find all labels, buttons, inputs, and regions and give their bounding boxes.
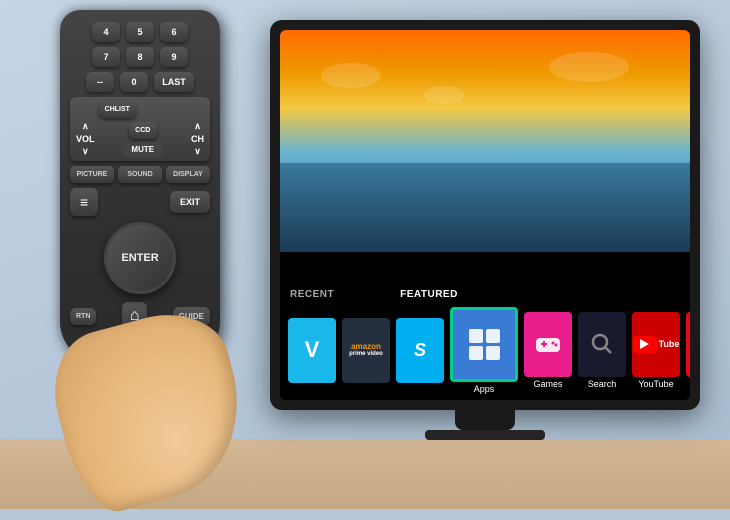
search-icon: [578, 312, 626, 377]
apps-sq-2: [486, 329, 500, 343]
ch-up-icon[interactable]: ∧: [194, 121, 201, 132]
btn-9[interactable]: 9: [160, 47, 188, 67]
btn-picture[interactable]: PICTURE: [70, 166, 114, 183]
tv-stand: [455, 410, 515, 430]
tv-body: RECENT FEATURED V ama: [270, 20, 700, 410]
button-row-789: 7 8 9: [70, 47, 210, 67]
skype-icon: S: [396, 318, 444, 383]
yt-text: Tube: [659, 339, 680, 349]
amazon-icon: amazonprime video: [342, 318, 390, 383]
tv-smart-bar: RECENT FEATURED V ama: [280, 285, 690, 400]
tv-base: [425, 430, 545, 440]
tv-screen: RECENT FEATURED V ama: [280, 30, 690, 400]
games-label: Games: [533, 379, 562, 389]
ch-label: CH: [191, 134, 204, 144]
games-svg-icon: [534, 334, 562, 354]
menu-exit-row: ≡ EXIT: [70, 188, 210, 216]
smart-bar-labels: RECENT FEATURED: [280, 285, 690, 300]
youtube-logo: Tube: [633, 336, 680, 353]
youtube-label: YouTube: [638, 379, 673, 389]
apps-sq-3: [469, 346, 483, 360]
btn-chlist[interactable]: CHLIST: [99, 101, 136, 118]
apps-label: Apps: [474, 384, 495, 394]
featured-label: FEATURED: [400, 289, 458, 300]
vol-ch-mute-row: ∧ VOL ∨ CCD MUTE ∧ CH ∨: [76, 121, 204, 157]
app-amazon[interactable]: amazonprime video: [342, 318, 390, 383]
vol-ch-group: CHLIST ∧ VOL ∨ CCD MUTE: [70, 97, 210, 161]
app-games[interactable]: Games: [524, 312, 572, 389]
vol-control: ∧ VOL ∨: [76, 121, 95, 157]
cloud-2: [424, 86, 464, 104]
vol-up-icon[interactable]: ∧: [82, 121, 89, 132]
btn-last[interactable]: LAST: [154, 72, 194, 92]
search-svg-icon: [588, 330, 616, 358]
app-featured-apps-wrapper: Apps: [450, 307, 518, 394]
btn-mute[interactable]: MUTE: [123, 142, 162, 157]
hand-overlay: [40, 300, 240, 500]
recent-label: RECENT: [290, 289, 334, 300]
btn-exit[interactable]: EXIT: [170, 191, 210, 213]
netflix-icon: NETFLIX: [686, 312, 690, 377]
button-row-0: -- 0 LAST: [70, 72, 210, 92]
apps-icon: [450, 307, 518, 382]
skype-logo: S: [414, 340, 426, 361]
app-search[interactable]: Search: [578, 312, 626, 389]
btn-0[interactable]: 0: [120, 72, 148, 92]
ch-down-icon[interactable]: ∨: [194, 146, 201, 157]
vimeo-icon: V: [288, 318, 336, 383]
search-label: Search: [588, 379, 617, 389]
app-netflix[interactable]: NETFLIX Netflix: [686, 312, 690, 389]
cloud-3: [549, 52, 629, 82]
chlist-ccd-ch-row: CHLIST: [76, 101, 204, 118]
apps-sq-4: [486, 346, 500, 360]
dpad-area: ENTER: [70, 222, 210, 294]
picture-sound-display-row: PICTURE SOUND DISPLAY: [70, 166, 210, 183]
tv-wallpaper: [280, 30, 690, 252]
btn-4[interactable]: 4: [92, 22, 120, 42]
vimeo-logo: V: [305, 337, 320, 363]
vol-down-icon[interactable]: ∨: [82, 146, 89, 157]
hand-shape: [40, 300, 260, 520]
btn-menu[interactable]: ≡: [70, 188, 98, 216]
btn-8[interactable]: 8: [126, 47, 154, 67]
apps-grid-icon: [465, 325, 504, 364]
cloud-1: [321, 63, 381, 88]
yt-play-icon: [633, 336, 657, 353]
tv: RECENT FEATURED V ama: [270, 20, 700, 440]
app-youtube[interactable]: Tube YouTube: [632, 312, 680, 389]
app-featured-apps[interactable]: Apps: [450, 307, 518, 394]
btn-7[interactable]: 7: [92, 47, 120, 67]
btn-6[interactable]: 6: [160, 22, 188, 42]
app-skype[interactable]: S: [396, 318, 444, 383]
btn-dash[interactable]: --: [86, 72, 114, 92]
yt-triangle: [640, 339, 649, 349]
btn-display[interactable]: DISPLAY: [166, 166, 210, 183]
button-row-456: 4 5 6: [70, 22, 210, 42]
smart-bar-icons: V amazonprime video S: [280, 300, 690, 400]
vol-label: VOL: [76, 134, 95, 144]
amazon-logo: amazonprime video: [349, 342, 383, 359]
btn-enter[interactable]: ENTER: [104, 222, 176, 294]
btn-ccd[interactable]: CCD: [129, 122, 157, 139]
scene: 4 5 6 7 8 9 -- 0 LAST CHLIST: [0, 0, 730, 509]
btn-sound[interactable]: SOUND: [118, 166, 162, 183]
apps-sq-1: [469, 329, 483, 343]
app-vimeo[interactable]: V: [288, 318, 336, 383]
games-icon: [524, 312, 572, 377]
ch-control: ∧ CH ∨: [191, 121, 204, 157]
netflix-logo: NETFLIX: [689, 338, 690, 350]
remote-control: 4 5 6 7 8 9 -- 0 LAST CHLIST: [30, 10, 250, 500]
btn-5[interactable]: 5: [126, 22, 154, 42]
youtube-icon: Tube: [632, 312, 680, 377]
